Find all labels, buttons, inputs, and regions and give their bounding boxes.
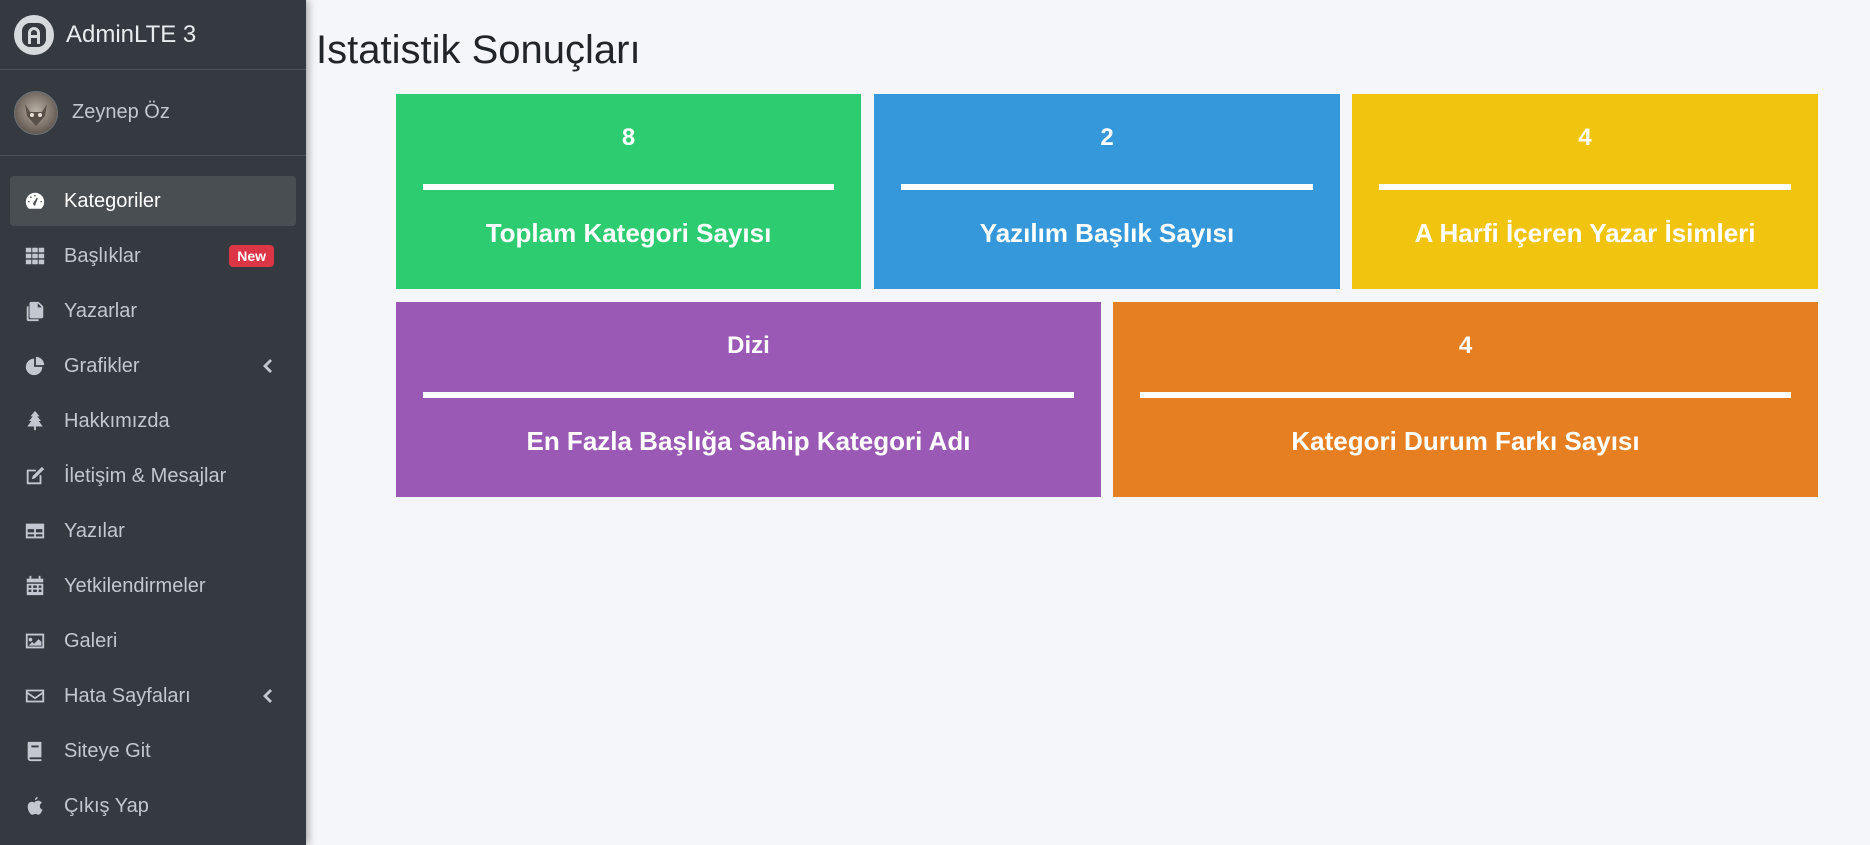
divider: [423, 392, 1074, 398]
sidebar-item-cikis-yap[interactable]: Çıkış Yap: [10, 781, 296, 831]
brand-link[interactable]: AdminLTE 3: [0, 0, 306, 70]
stat-box-kategori-durum-farki: 4 Kategori Durum Farkı Sayısı: [1113, 302, 1818, 497]
adminlte-logo-icon: [14, 14, 54, 55]
chevron-left-icon[interactable]: [260, 687, 274, 705]
grid-icon: [22, 243, 48, 269]
book-icon: [22, 738, 48, 764]
stat-box-yazilim-baslik: 2 Yazılım Başlık Sayısı: [874, 94, 1340, 289]
chevron-left-icon[interactable]: [260, 357, 274, 375]
sidebar-item-grafikler[interactable]: Grafikler: [10, 341, 296, 391]
sidebar-nav: Kategoriler Başlıklar New Yazarlar Grafi…: [0, 156, 306, 831]
sidebar-item-label: Siteye Git: [64, 739, 151, 762]
avatar: [14, 90, 58, 135]
pie-chart-icon: [22, 353, 48, 379]
edit-icon: [22, 463, 48, 489]
sidebar-item-label: Yazarlar: [64, 299, 137, 322]
stat-value: Dizi: [727, 332, 770, 359]
stat-box-toplam-kategori: 8 Toplam Kategori Sayısı: [396, 94, 861, 289]
divider: [1140, 392, 1791, 398]
sidebar-item-label: İletişim & Mesajlar: [64, 464, 227, 487]
sidebar-item-label: Başlıklar: [64, 244, 141, 267]
stat-label: Yazılım Başlık Sayısı: [979, 218, 1235, 248]
brand-name: AdminLTE 3: [66, 20, 197, 48]
sidebar-item-yetkilendirmeler[interactable]: Yetkilendirmeler: [10, 561, 296, 611]
stat-value: 8: [621, 124, 636, 151]
dashboard-gauge-icon: [22, 188, 48, 214]
divider: [1379, 184, 1791, 190]
calendar-icon: [22, 573, 48, 599]
page-title: Istatistik Sonuçları: [316, 28, 641, 72]
sidebar-item-yazilar[interactable]: Yazılar: [10, 506, 296, 556]
sidebar-item-basliklar[interactable]: Başlıklar New: [10, 231, 296, 281]
user-name: Zeynep Öz: [72, 101, 170, 123]
stat-value: 4: [1578, 124, 1592, 151]
tree-icon: [22, 408, 48, 434]
sidebar: AdminLTE 3 Zeynep Öz Kategoriler Başlıkl…: [0, 0, 306, 845]
divider: [901, 184, 1313, 190]
sidebar-item-label: Yazılar: [64, 519, 125, 542]
stat-label: En Fazla Başlığa Sahip Kategori Adı: [526, 426, 971, 456]
stat-label: Kategori Durum Farkı Sayısı: [1291, 426, 1640, 456]
divider: [423, 184, 834, 190]
stat-value: 2: [1100, 124, 1114, 151]
sidebar-item-yazarlar[interactable]: Yazarlar: [10, 286, 296, 336]
stat-label: Toplam Kategori Sayısı: [485, 218, 772, 248]
sidebar-item-label: Galeri: [64, 629, 118, 652]
table-icon: [22, 518, 48, 544]
sidebar-item-label: Kategoriler: [64, 189, 161, 212]
image-icon: [22, 628, 48, 654]
user-panel[interactable]: Zeynep Öz: [0, 70, 306, 156]
sidebar-item-siteye-git[interactable]: Siteye Git: [10, 726, 296, 776]
sidebar-item-label: Grafikler: [64, 354, 140, 377]
sidebar-item-hata-sayfalari[interactable]: Hata Sayfaları: [10, 671, 296, 721]
sidebar-item-hakkimizda[interactable]: Hakkımızda: [10, 396, 296, 446]
sidebar-item-kategoriler[interactable]: Kategoriler: [10, 176, 296, 226]
stat-box-en-fazla-baslik-kategori: Dizi En Fazla Başlığa Sahip Kategori Adı: [396, 302, 1101, 497]
copy-icon: [22, 298, 48, 324]
sidebar-item-label: Hakkımızda: [64, 409, 170, 432]
sidebar-item-label: Hata Sayfaları: [64, 684, 191, 707]
sidebar-item-galeri[interactable]: Galeri: [10, 616, 296, 666]
sidebar-item-iletisim-mesajlar[interactable]: İletişim & Mesajlar: [10, 451, 296, 501]
sidebar-item-label: Yetkilendirmeler: [64, 574, 206, 597]
apple-icon: [22, 793, 48, 819]
envelope-icon: [22, 683, 48, 709]
stat-box-a-harfi-yazar: 4 A Harfi İçeren Yazar İsimleri: [1352, 94, 1818, 289]
stat-label: A Harfi İçeren Yazar İsimleri: [1414, 218, 1756, 248]
new-badge: New: [229, 245, 274, 267]
sidebar-item-label: Çıkış Yap: [64, 794, 149, 817]
stat-value: 4: [1458, 332, 1473, 359]
